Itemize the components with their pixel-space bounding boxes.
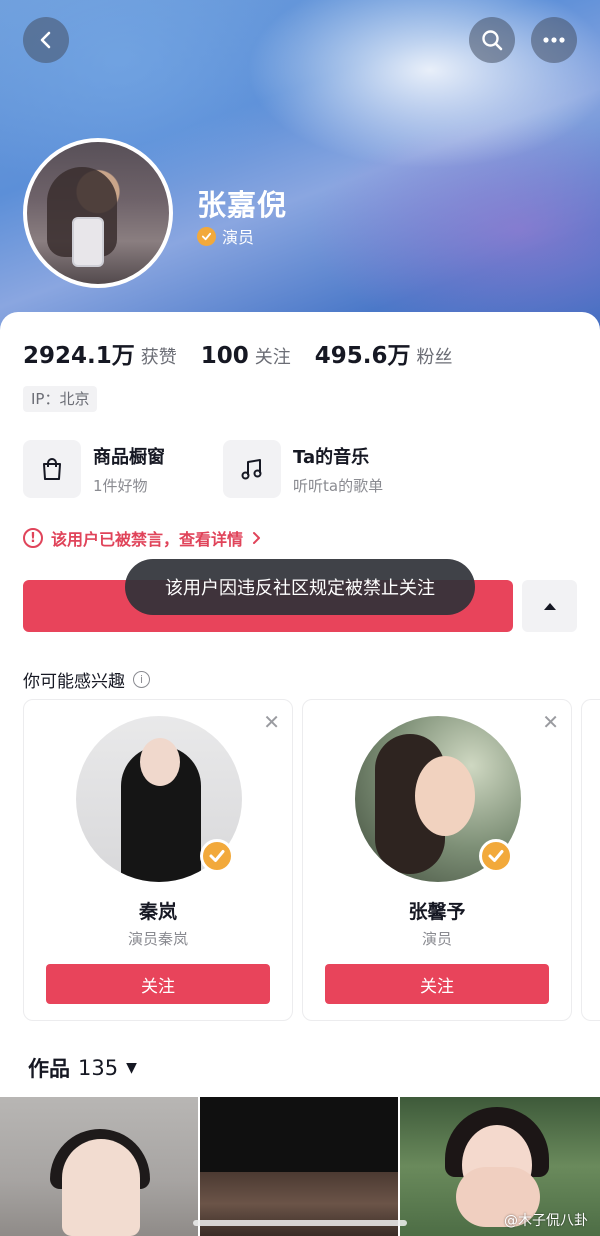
verify-row: 演员 [197, 224, 254, 248]
close-icon[interactable]: ✕ [263, 710, 280, 734]
profile-name: 张嘉倪 [197, 188, 288, 222]
suggest-card-partial[interactable] [581, 699, 600, 1021]
verified-badge-icon [197, 226, 216, 246]
suggest-name: 秦岚 [138, 901, 177, 923]
work-thumbnail[interactable] [200, 1097, 398, 1236]
music-entry[interactable]: Ta的音乐 听听ta的歌单 [223, 440, 383, 498]
avatar-face [140, 738, 180, 786]
verify-label: 演员 [222, 228, 255, 247]
shop-window-sub: 1件好物 [93, 476, 148, 495]
stats-row: 2924.1万 获赞 100 关注 495.6万 粉丝 [23, 336, 453, 370]
home-indicator[interactable] [193, 1220, 407, 1226]
search-button[interactable] [469, 17, 515, 63]
works-count: 135 [78, 1056, 119, 1080]
search-icon [482, 30, 503, 51]
chevron-left-icon [40, 31, 51, 49]
stat-label: 获赞 [140, 347, 177, 368]
suggest-card[interactable]: ✕ 张馨予 演员 关注 [302, 699, 572, 1021]
verified-badge-icon [479, 839, 513, 873]
watermark-text: @木子侃八卦 [504, 1213, 588, 1229]
more-dots-icon [543, 37, 565, 43]
work-thumbnail[interactable]: @木子侃八卦 [400, 1097, 600, 1236]
stat-label: 粉丝 [416, 347, 453, 368]
suggest-sub: 演员秦岚 [127, 930, 188, 948]
warning-icon: ! [23, 528, 43, 548]
info-icon[interactable]: i [133, 671, 150, 688]
back-button[interactable] [23, 17, 69, 63]
suggest-name: 张馨予 [408, 901, 466, 923]
suggest-section-title: 你可能感兴趣 i [23, 667, 150, 692]
stat-number: 2924.1万 [23, 343, 135, 369]
stat-label: 关注 [254, 347, 291, 368]
suggest-follow-button[interactable]: 关注 [46, 964, 270, 1004]
toast-message: 该用户因违反社区规定被禁止关注 [125, 559, 475, 615]
stat-number: 495.6万 [314, 343, 411, 369]
thumb-face [62, 1139, 140, 1236]
avatar-phone [72, 217, 104, 267]
stat-number: 100 [200, 343, 249, 369]
work-thumbnail[interactable] [0, 1097, 198, 1236]
works-tab[interactable]: 作品 135 ▼ [28, 1053, 137, 1083]
close-icon[interactable]: ✕ [542, 710, 559, 734]
shop-window-entry[interactable]: 商品橱窗 1件好物 [23, 440, 165, 498]
chevron-right-icon [253, 532, 261, 544]
works-label: 作品 [28, 1057, 70, 1081]
stat-likes[interactable]: 2924.1万 获赞 [23, 336, 177, 370]
profile-avatar[interactable] [23, 138, 173, 288]
more-button[interactable] [531, 17, 577, 63]
stat-followers[interactable]: 495.6万 粉丝 [315, 336, 453, 370]
music-note-icon [223, 440, 281, 498]
shop-window-title: 商品橱窗 [93, 446, 165, 468]
avatar-face [415, 756, 475, 836]
suggest-sub: 演员 [421, 930, 452, 948]
caret-up-icon [543, 603, 556, 610]
stat-following[interactable]: 100 关注 [201, 343, 291, 369]
ip-location-tag: IP：北京 [23, 386, 98, 412]
music-sub: 听听ta的歌单 [293, 476, 384, 495]
suggest-card[interactable]: ✕ 秦岚 演员秦岚 关注 [23, 699, 293, 1021]
recommend-toggle-button[interactable] [522, 580, 577, 632]
caret-down-icon: ▼ [126, 1060, 137, 1076]
music-title: Ta的音乐 [293, 446, 370, 468]
verified-badge-icon [200, 839, 234, 873]
suggest-follow-button[interactable]: 关注 [325, 964, 549, 1004]
suggest-title-text: 你可能感兴趣 [23, 672, 125, 692]
thumb-crowd [200, 1172, 398, 1236]
banned-notice-text: 该用户已被禁言，查看详情 [51, 530, 244, 549]
shopping-bag-icon [23, 440, 81, 498]
banned-notice-link[interactable]: ! 该用户已被禁言，查看详情 [23, 526, 261, 550]
